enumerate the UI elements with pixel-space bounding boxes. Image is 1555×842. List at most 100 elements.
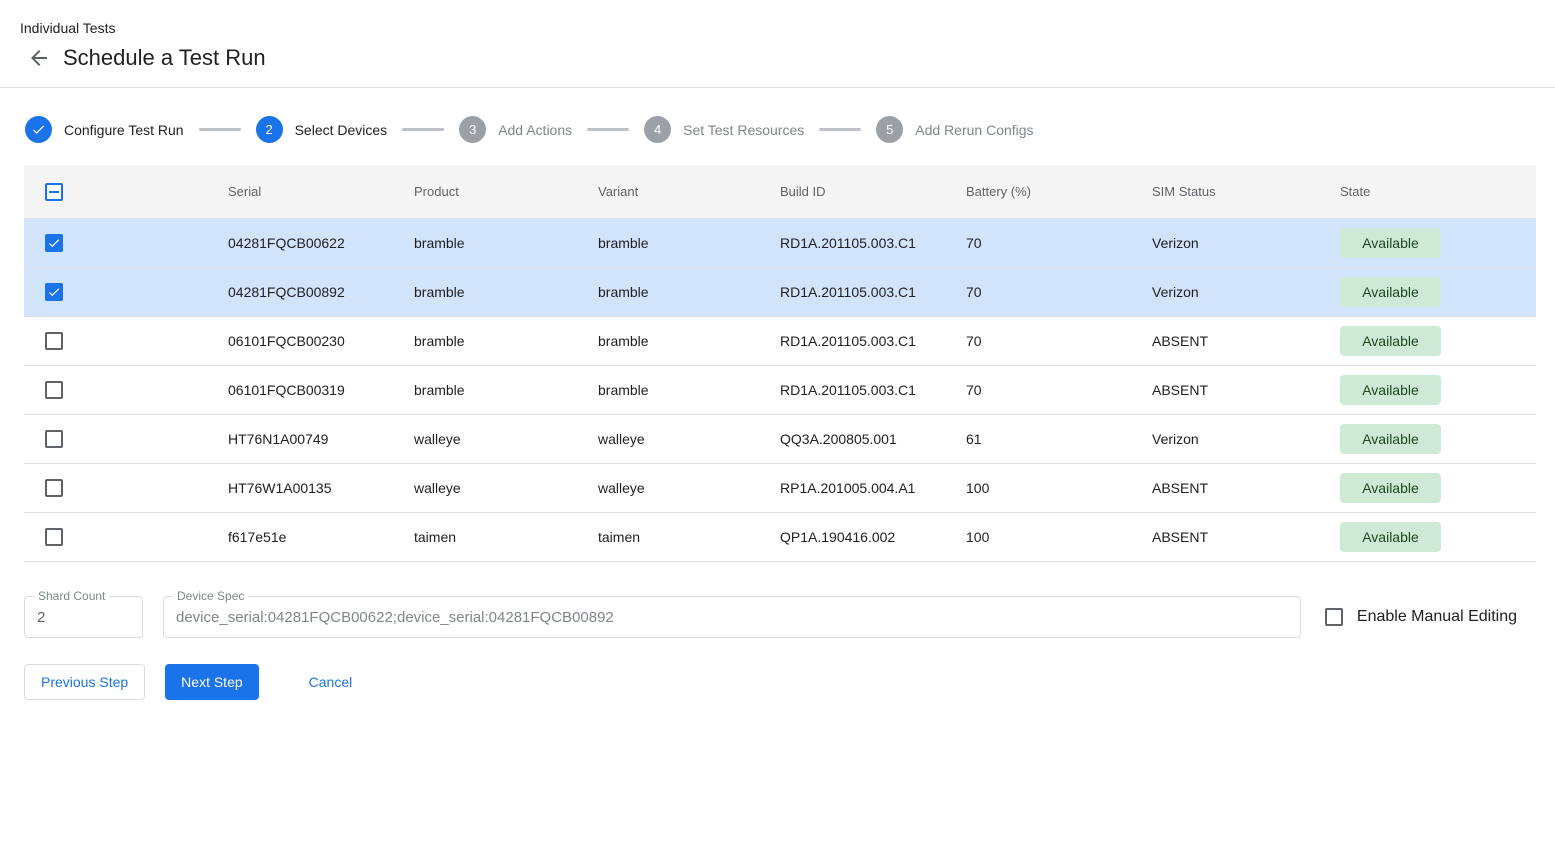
enable-manual-editing-checkbox[interactable] [1325, 608, 1343, 626]
cell-product: bramble [414, 235, 598, 251]
stepper-step-set-test-resources[interactable]: 4 Set Test Resources [644, 116, 804, 143]
table-header-row: Serial Product Variant Build ID Battery … [24, 165, 1536, 219]
stepper-step-add-rerun-configs[interactable]: 5 Add Rerun Configs [876, 116, 1033, 143]
stepper: 1 Configure Test Run 2 Select Devices 3 … [0, 88, 1555, 165]
cell-battery: 100 [966, 480, 1152, 496]
cell-product: walleye [414, 480, 598, 496]
cell-build-id: RD1A.201105.003.C1 [780, 333, 966, 349]
step-label: Set Test Resources [683, 122, 804, 138]
cell-sim-status: ABSENT [1152, 333, 1340, 349]
cell-product: walleye [414, 431, 598, 447]
state-badge: Available [1340, 424, 1441, 454]
row-checkbox[interactable] [45, 234, 63, 252]
breadcrumb: Individual Tests [20, 20, 1531, 36]
cell-sim-status: ABSENT [1152, 480, 1340, 496]
column-header-serial: Serial [228, 184, 414, 199]
cell-build-id: RD1A.201105.003.C1 [780, 235, 966, 251]
cell-battery: 70 [966, 333, 1152, 349]
cell-product: bramble [414, 333, 598, 349]
arrow-back-icon [27, 46, 51, 70]
cell-product: taimen [414, 529, 598, 545]
step-connector [587, 128, 629, 131]
step-label: Add Actions [498, 122, 572, 138]
cell-build-id: RD1A.201105.003.C1 [780, 284, 966, 300]
device-table: Serial Product Variant Build ID Battery … [24, 165, 1536, 562]
cancel-button[interactable]: Cancel [293, 664, 369, 700]
step-indicator: 1 [25, 116, 52, 143]
cell-battery: 70 [966, 284, 1152, 300]
step-label: Configure Test Run [64, 122, 184, 138]
previous-step-button[interactable]: Previous Step [24, 664, 145, 700]
actions-row: Previous Step Next Step Cancel [24, 664, 1531, 700]
stepper-step-add-actions[interactable]: 3 Add Actions [459, 116, 572, 143]
cell-variant: walleye [598, 431, 780, 447]
column-header-state: State [1340, 184, 1536, 199]
enable-manual-editing: Enable Manual Editing [1325, 608, 1517, 626]
column-header-variant: Variant [598, 184, 780, 199]
stepper-step-configure-test-run[interactable]: 1 Configure Test Run [25, 116, 184, 143]
cell-sim-status: Verizon [1152, 235, 1340, 251]
device-spec-label: Device Spec [173, 589, 248, 603]
state-badge: Available [1340, 473, 1441, 503]
back-button[interactable] [26, 45, 52, 71]
table-row: 04281FQCB00892 bramble bramble RD1A.2011… [24, 268, 1536, 317]
cell-sim-status: Verizon [1152, 431, 1340, 447]
row-checkbox[interactable] [45, 332, 63, 350]
cell-battery: 61 [966, 431, 1152, 447]
cell-battery: 70 [966, 382, 1152, 398]
table-row: f617e51e taimen taimen QP1A.190416.002 1… [24, 513, 1536, 562]
step-label: Select Devices [295, 122, 388, 138]
table-row: 04281FQCB00622 bramble bramble RD1A.2011… [24, 219, 1536, 268]
next-step-button[interactable]: Next Step [165, 664, 258, 700]
cell-build-id: QQ3A.200805.001 [780, 431, 966, 447]
column-header-product: Product [414, 184, 598, 199]
row-checkbox[interactable] [45, 479, 63, 497]
step-indicator: 3 [459, 116, 486, 143]
table-row: HT76N1A00749 walleye walleye QQ3A.200805… [24, 415, 1536, 464]
page-header: Individual Tests Schedule a Test Run [0, 0, 1555, 87]
cell-variant: bramble [598, 284, 780, 300]
column-header-sim-status: SIM Status [1152, 184, 1340, 199]
cell-variant: taimen [598, 529, 780, 545]
cell-variant: walleye [598, 480, 780, 496]
state-badge: Available [1340, 522, 1441, 552]
cell-sim-status: Verizon [1152, 284, 1340, 300]
cell-serial: 06101FQCB00230 [228, 333, 414, 349]
table-row: HT76W1A00135 walleye walleye RP1A.201005… [24, 464, 1536, 513]
step-indicator: 5 [876, 116, 903, 143]
step-label: Add Rerun Configs [915, 122, 1033, 138]
state-badge: Available [1340, 277, 1441, 307]
cell-product: bramble [414, 382, 598, 398]
table-row: 06101FQCB00319 bramble bramble RD1A.2011… [24, 366, 1536, 415]
cell-serial: HT76N1A00749 [228, 431, 414, 447]
row-checkbox[interactable] [45, 283, 63, 301]
page-title: Schedule a Test Run [63, 45, 266, 71]
cell-build-id: QP1A.190416.002 [780, 529, 966, 545]
cell-build-id: RD1A.201105.003.C1 [780, 382, 966, 398]
check-icon [31, 122, 46, 137]
step-connector [199, 128, 241, 131]
cell-product: bramble [414, 284, 598, 300]
cell-sim-status: ABSENT [1152, 529, 1340, 545]
step-indicator: 2 [256, 116, 283, 143]
shard-count-field: Shard Count [24, 596, 143, 638]
shard-count-input[interactable] [25, 609, 142, 626]
select-all-checkbox[interactable] [45, 183, 63, 201]
cell-variant: bramble [598, 333, 780, 349]
row-checkbox[interactable] [45, 430, 63, 448]
cell-serial: 06101FQCB00319 [228, 382, 414, 398]
cell-build-id: RP1A.201005.004.A1 [780, 480, 966, 496]
column-header-build-id: Build ID [780, 184, 966, 199]
step-connector [819, 128, 861, 131]
state-badge: Available [1340, 228, 1441, 258]
cell-serial: 04281FQCB00622 [228, 235, 414, 251]
row-checkbox[interactable] [45, 528, 63, 546]
cell-variant: bramble [598, 235, 780, 251]
cell-battery: 100 [966, 529, 1152, 545]
stepper-step-select-devices[interactable]: 2 Select Devices [256, 116, 388, 143]
device-spec-input[interactable] [164, 609, 1300, 626]
cell-variant: bramble [598, 382, 780, 398]
column-header-battery: Battery (%) [966, 184, 1152, 199]
row-checkbox[interactable] [45, 381, 63, 399]
table-row: 06101FQCB00230 bramble bramble RD1A.2011… [24, 317, 1536, 366]
